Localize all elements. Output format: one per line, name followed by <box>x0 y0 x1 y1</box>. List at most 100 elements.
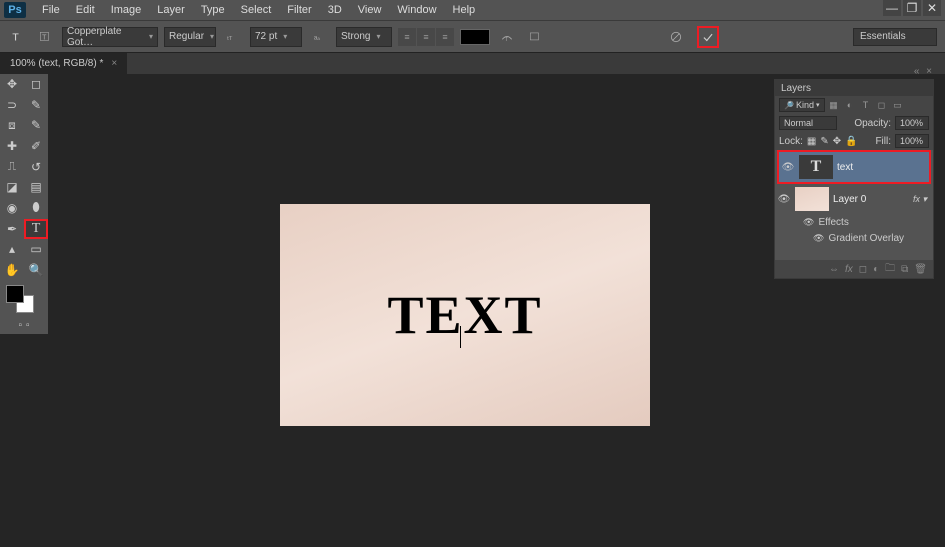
font-family-dropdown[interactable]: Copperplate Got…▾ <box>62 27 158 47</box>
type-tool[interactable]: T <box>24 219 48 239</box>
document-tab-label: 100% (text, RGB/8) * <box>10 58 103 69</box>
options-bar: T T Copperplate Got…▾ Regular▾ tT 72 pt▾… <box>0 20 945 52</box>
layer-group-icon[interactable]: 🗀 <box>885 261 895 278</box>
menu-window[interactable]: Window <box>389 2 444 18</box>
chevron-down-icon: ▾ <box>376 32 380 41</box>
layer-effects-header[interactable]: 👁Effects <box>775 214 933 230</box>
antialias-dropdown[interactable]: Strong▾ <box>336 27 392 47</box>
text-layer-content[interactable]: TEXT <box>387 284 542 346</box>
move-tool[interactable]: ✥ <box>0 74 24 94</box>
layer-style-icon[interactable]: fx <box>845 264 853 275</box>
document-tab[interactable]: 100% (text, RGB/8) * × <box>0 53 127 75</box>
pen-tool[interactable]: ✒ <box>0 219 24 239</box>
filter-smart-icon[interactable]: ▭ <box>891 98 905 112</box>
filter-shape-icon[interactable]: ◻ <box>875 98 889 112</box>
cancel-edit-icon[interactable] <box>665 26 687 48</box>
filter-pixel-icon[interactable]: ▦ <box>827 98 841 112</box>
menu-edit[interactable]: Edit <box>68 2 103 18</box>
close-button[interactable]: ✕ <box>923 0 941 16</box>
layer-thumbnail[interactable] <box>795 187 829 211</box>
align-right-button[interactable]: ≡ <box>436 28 454 46</box>
lock-label: Lock: <box>779 136 803 147</box>
maximize-button[interactable]: ❐ <box>903 0 921 16</box>
gradient-tool[interactable]: ▤ <box>24 177 48 197</box>
layer-name[interactable]: Layer 0 <box>833 194 866 205</box>
layer-effect-item[interactable]: 👁Gradient Overlay <box>775 230 933 246</box>
zoom-tool[interactable]: 🔍 <box>24 260 48 280</box>
font-style-dropdown[interactable]: Regular▾ <box>164 27 216 47</box>
fill-label: Fill: <box>875 136 891 147</box>
eyedropper-tool[interactable]: ✎ <box>24 115 48 135</box>
marquee-tool[interactable]: ◻ <box>24 74 48 94</box>
minimize-button[interactable]: — <box>883 0 901 16</box>
panel-collapse-icons[interactable]: « × <box>914 66 934 77</box>
lock-transparency-icon[interactable]: ▦ <box>807 136 816 147</box>
text-color-swatch[interactable] <box>460 29 490 45</box>
link-layers-icon[interactable]: ⇔ <box>829 264 839 275</box>
quick-select-tool[interactable]: ✎ <box>24 95 48 115</box>
layer-mask-icon[interactable]: ◻ <box>859 264 867 275</box>
fx-badge[interactable]: fx ▾ <box>913 194 927 205</box>
layer-row-layer0[interactable]: 👁 Layer 0 fx ▾ <box>775 184 933 214</box>
filter-adjust-icon[interactable]: ◐ <box>843 98 857 112</box>
delete-layer-icon[interactable]: 🗑 <box>914 264 927 275</box>
menu-type[interactable]: Type <box>193 2 233 18</box>
layer-filter-bar: 🔎Kind▾ ▦ ◐ T ◻ ▭ <box>775 96 933 114</box>
eraser-tool[interactable]: ◪ <box>0 177 24 197</box>
hand-tool[interactable]: ✋ <box>0 260 24 280</box>
canvas[interactable]: TEXT <box>280 204 650 426</box>
eye-icon[interactable]: 👁 <box>803 217 814 228</box>
close-tab-icon[interactable]: × <box>111 58 117 69</box>
lock-all-icon[interactable]: 🔒 <box>845 136 857 147</box>
screen-mode-buttons[interactable]: ▫▫ <box>0 317 48 333</box>
visibility-toggle[interactable]: 👁 <box>777 192 791 206</box>
align-left-button[interactable]: ≡ <box>398 28 416 46</box>
color-picker[interactable] <box>0 281 48 317</box>
menu-bar: Ps File Edit Image Layer Type Select Fil… <box>0 0 945 20</box>
workspace-switcher[interactable]: Essentials <box>853 28 937 46</box>
commit-edit-icon[interactable] <box>697 26 719 48</box>
font-size-dropdown[interactable]: 72 pt▾ <box>250 27 302 47</box>
foreground-color[interactable] <box>6 285 24 303</box>
blur-tool[interactable]: ◉ <box>0 198 24 218</box>
filter-type-icon[interactable]: T <box>859 98 873 112</box>
panel-dock: Layers 🔎Kind▾ ▦ ◐ T ◻ ▭ Normal Opacity: … <box>774 79 934 281</box>
align-center-button[interactable]: ≡ <box>417 28 435 46</box>
eye-icon[interactable]: 👁 <box>813 233 824 244</box>
menu-image[interactable]: Image <box>103 2 150 18</box>
lock-pixels-icon[interactable]: ✎ <box>820 136 828 147</box>
menu-view[interactable]: View <box>350 2 390 18</box>
chevron-down-icon: ▾ <box>283 32 287 41</box>
warp-text-icon[interactable]: T <box>496 26 518 48</box>
history-brush-tool[interactable]: ↺ <box>24 157 48 177</box>
layers-panel-tab[interactable]: Layers <box>775 80 933 96</box>
filter-kind-dropdown[interactable]: 🔎Kind▾ <box>779 98 825 112</box>
menu-help[interactable]: Help <box>445 2 484 18</box>
dodge-tool[interactable]: ⬮ <box>24 198 48 218</box>
visibility-toggle[interactable]: 👁 <box>781 160 795 174</box>
blend-mode-dropdown[interactable]: Normal <box>779 116 837 130</box>
layer-row-text[interactable]: 👁 T text <box>779 152 929 182</box>
fill-input[interactable]: 100% <box>895 134 929 148</box>
layer-name[interactable]: text <box>837 162 853 173</box>
stamp-tool[interactable]: ⎍ <box>0 157 24 177</box>
active-tool-icon[interactable]: T <box>6 26 28 48</box>
tool-preset-icon[interactable]: T <box>34 26 56 48</box>
adjustment-layer-icon[interactable]: ◐ <box>873 264 879 275</box>
menu-file[interactable]: File <box>34 2 68 18</box>
lock-position-icon[interactable]: ✥ <box>833 136 841 147</box>
menu-select[interactable]: Select <box>233 2 280 18</box>
character-panel-icon[interactable] <box>524 26 546 48</box>
menu-3d[interactable]: 3D <box>320 2 350 18</box>
healing-tool[interactable]: ✚ <box>0 136 24 156</box>
menu-layer[interactable]: Layer <box>149 2 193 18</box>
layer-thumbnail-text[interactable]: T <box>799 155 833 179</box>
brush-tool[interactable]: ✐ <box>24 136 48 156</box>
lasso-tool[interactable]: ⊃ <box>0 95 24 115</box>
new-layer-icon[interactable]: ⧉ <box>901 264 908 275</box>
crop-tool[interactable]: ⧈ <box>0 115 24 135</box>
shape-tool[interactable]: ▭ <box>24 239 48 259</box>
menu-filter[interactable]: Filter <box>279 2 319 18</box>
path-select-tool[interactable]: ▴ <box>0 239 24 259</box>
opacity-input[interactable]: 100% <box>895 116 929 130</box>
